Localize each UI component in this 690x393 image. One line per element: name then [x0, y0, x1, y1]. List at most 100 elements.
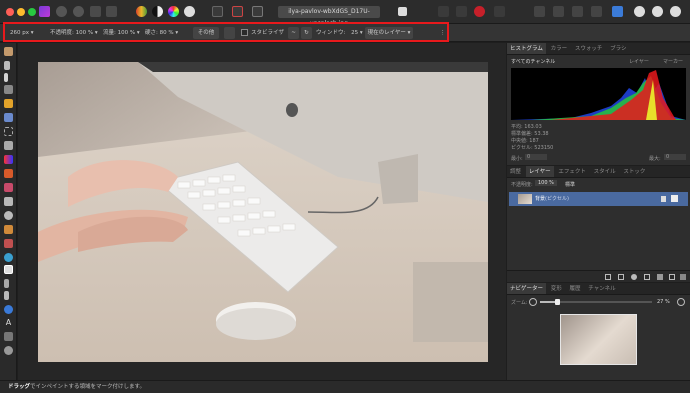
shape-tool-icon[interactable] — [4, 305, 13, 314]
layer-checkbox-label[interactable]: レイヤー — [629, 58, 649, 65]
color-picker-icon[interactable] — [4, 73, 8, 82]
erase-brush-icon[interactable] — [4, 197, 13, 206]
auto-contrast-icon[interactable] — [152, 6, 163, 17]
effects-icon[interactable] — [644, 274, 650, 280]
zoom-value[interactable]: 27 % — [657, 299, 670, 305]
pen-tool-icon[interactable] — [4, 279, 9, 288]
node-tool-icon[interactable] — [4, 291, 9, 300]
blur-brush-icon[interactable] — [4, 253, 13, 262]
tab-channels[interactable]: チャンネル — [585, 283, 618, 294]
visibility-checkbox[interactable] — [671, 195, 678, 202]
assistant-icon[interactable] — [634, 6, 645, 17]
blend-mode-select[interactable]: 標準 — [565, 181, 575, 188]
tab-color[interactable]: カラー — [548, 43, 571, 54]
histogram-graph — [511, 68, 686, 120]
tools-panel: A — [0, 43, 17, 380]
develop-persona-icon[interactable] — [73, 6, 84, 17]
paint-brush-icon[interactable] — [4, 169, 13, 178]
lock-icon[interactable] — [661, 196, 666, 202]
grid-icon[interactable] — [212, 6, 223, 17]
align-icon[interactable] — [494, 6, 505, 17]
arrange-down-icon[interactable] — [591, 6, 602, 17]
photo-illustration — [38, 62, 488, 362]
tab-brushes[interactable]: ブラシ — [607, 43, 629, 54]
add-mask-icon[interactable] — [618, 274, 624, 280]
auto-colors-icon[interactable] — [168, 6, 179, 17]
tab-styles[interactable]: スタイル — [591, 166, 619, 177]
tab-history[interactable]: 履歴 — [567, 283, 584, 294]
close-window-button[interactable] — [6, 8, 14, 16]
zoom-tool-icon[interactable] — [4, 346, 13, 355]
marquee-icon[interactable] — [232, 6, 243, 17]
tab-adjustment[interactable]: 調整 — [507, 166, 524, 177]
mesh-warp-icon[interactable] — [4, 332, 13, 341]
layer-opacity-value[interactable]: 100 % — [535, 180, 557, 186]
move-tool-icon[interactable] — [4, 61, 10, 70]
zoom-window-button[interactable] — [28, 8, 36, 16]
tone-mapping-persona-icon[interactable] — [90, 6, 101, 17]
tab-effects[interactable]: エフェクト — [555, 166, 589, 177]
red-tool-icon[interactable] — [474, 6, 485, 17]
liquify-persona-icon[interactable] — [56, 6, 67, 17]
share-icon[interactable] — [652, 6, 663, 17]
zoom-slider-handle[interactable] — [555, 299, 560, 305]
crop-tool-icon[interactable] — [4, 85, 13, 94]
transform-icon[interactable] — [456, 6, 467, 17]
selection-brush-icon[interactable] — [4, 99, 13, 108]
navigator-preview[interactable] — [560, 314, 637, 365]
document-title[interactable]: ilya-pavlov-wbXdGS_D17U-unsplash.jpg — [278, 6, 380, 27]
minimize-window-button[interactable] — [17, 8, 25, 16]
tab-navigator[interactable]: ナビゲーター — [507, 283, 547, 294]
navigator-viewport[interactable] — [560, 314, 637, 365]
max-value[interactable]: 0 — [664, 154, 686, 160]
tab-histogram[interactable]: ヒストグラム — [507, 43, 546, 54]
layer-row[interactable]: 背景(ピクセル) — [509, 192, 688, 206]
title-bar: ilya-pavlov-wbXdGS_D17U-unsplash.jpg — [0, 0, 690, 27]
zoom-out-icon[interactable] — [529, 298, 537, 306]
stat-median: 中央値: 187 — [511, 137, 601, 144]
delete-layer-icon[interactable] — [680, 274, 686, 280]
layers-footer — [507, 270, 690, 282]
gradient-tool-icon[interactable] — [4, 155, 13, 164]
stat-value: 523150 — [534, 145, 554, 151]
flood-select-icon[interactable] — [4, 113, 13, 122]
clone-tool-icon[interactable] — [4, 225, 13, 234]
affinity-photo-persona-icon[interactable] — [39, 6, 50, 17]
pixel-tool-icon[interactable] — [4, 183, 13, 192]
min-label: 最小: — [511, 156, 523, 162]
zoom-slider[interactable] — [540, 299, 652, 305]
auto-white-balance-icon[interactable] — [184, 6, 195, 17]
channel-select[interactable]: すべてのチャンネル — [511, 58, 555, 65]
zoom-in-icon[interactable] — [677, 298, 685, 306]
blemish-tool-icon[interactable] — [4, 239, 13, 248]
arrange-back-icon[interactable] — [553, 6, 564, 17]
marker-button[interactable]: マーカー — [663, 58, 683, 65]
adjustment-icon[interactable] — [631, 274, 637, 280]
quick-mask-icon[interactable] — [252, 6, 263, 17]
flood-fill-icon[interactable] — [4, 141, 13, 150]
snapping-icon[interactable] — [438, 6, 449, 17]
document-photo[interactable] — [38, 62, 488, 362]
export-persona-icon[interactable] — [106, 6, 117, 17]
arrange-up-icon[interactable] — [572, 6, 583, 17]
min-value[interactable]: 0 — [525, 154, 547, 160]
view-mode-icon[interactable] — [398, 7, 407, 16]
dodge-tool-icon[interactable] — [4, 211, 13, 220]
arrange-forward-icon[interactable] — [534, 6, 545, 17]
add-pixel-layer-icon[interactable] — [605, 274, 611, 280]
tab-layers[interactable]: レイヤー — [525, 166, 554, 177]
histogram-panel: ヒストグラム カラー スウォッチ ブラシ すべてのチャンネル レイヤー マーカー… — [507, 43, 690, 165]
marquee-tool-icon[interactable] — [4, 127, 13, 136]
studio-layout-icon[interactable] — [612, 6, 623, 17]
view-tool-icon[interactable] — [4, 47, 13, 56]
layers-tabs: 調整 レイヤー エフェクト スタイル ストック — [507, 166, 690, 178]
inpainting-brush-icon[interactable] — [4, 265, 13, 274]
add-layer-icon[interactable] — [669, 274, 675, 280]
tab-stock[interactable]: ストック — [620, 166, 648, 177]
help-icon[interactable] — [670, 6, 681, 17]
text-tool-icon[interactable]: A — [4, 318, 13, 327]
add-group-icon[interactable] — [657, 274, 663, 280]
tab-transform[interactable]: 変形 — [548, 283, 565, 294]
tab-swatches[interactable]: スウォッチ — [572, 43, 606, 54]
auto-levels-icon[interactable] — [136, 6, 147, 17]
